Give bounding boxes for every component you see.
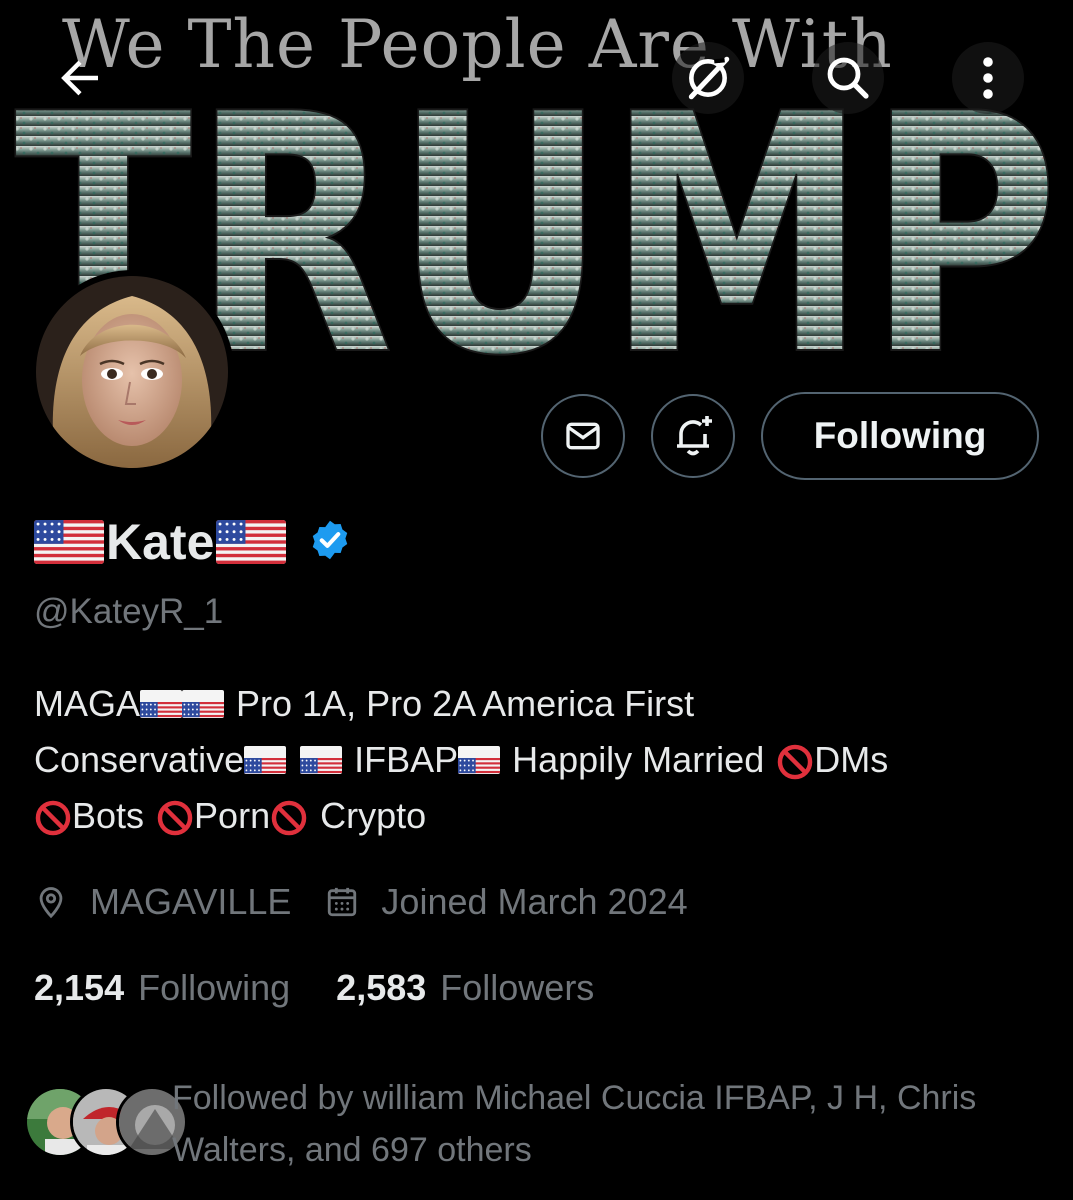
us-flag-icon: [182, 690, 225, 718]
us-flag-icon: [140, 690, 183, 718]
prohibited-icon: [34, 797, 72, 836]
bio-text: DMs: [814, 739, 889, 780]
profile-avatar[interactable]: [30, 270, 234, 474]
bio-text: MAGA: [34, 683, 141, 724]
prohibited-icon: [156, 797, 194, 836]
back-arrow-icon: [61, 60, 98, 96]
display-name: Kate: [106, 514, 215, 570]
prohibited-icon: [270, 797, 308, 836]
following-button[interactable]: Following: [761, 392, 1039, 480]
bio-line: Conservative IFBAP Happily Married DMs: [34, 732, 1044, 788]
bio-text: Crypto: [320, 795, 427, 836]
followed-by-section[interactable]: Followed by william Michael Cuccia IFBAP…: [24, 1072, 1064, 1172]
bio-text: Happily Married: [512, 739, 765, 780]
follow-stats: 2,154 Following 2,583 Followers: [34, 960, 594, 1016]
avatar-image: [36, 276, 228, 468]
more-vertical-icon: [983, 57, 993, 99]
verified-badge-icon[interactable]: [308, 518, 352, 567]
grok-icon: [688, 56, 730, 100]
bio-line: Bots Porn Crypto: [34, 788, 1044, 844]
search-button[interactable]: [812, 42, 884, 114]
grok-button[interactable]: [672, 42, 744, 114]
followers-label: Followers: [440, 967, 595, 1008]
bio-text: Conservative: [34, 739, 245, 780]
us-flag-icon: [216, 520, 287, 564]
calendar-icon: [325, 884, 359, 920]
followers-stat-link[interactable]: 2,583 Followers: [336, 967, 594, 1009]
profile-bio: MAGA Pro 1A, Pro 2A America First Conser…: [34, 676, 1044, 844]
us-flag-icon: [34, 520, 104, 564]
following-stat-link[interactable]: 2,154 Following: [34, 967, 290, 1009]
bio-line: MAGA Pro 1A, Pro 2A America First: [34, 676, 1044, 732]
more-options-button[interactable]: [952, 42, 1024, 114]
following-label: Following: [138, 967, 291, 1008]
envelope-icon: [566, 422, 600, 450]
prohibited-icon: [776, 741, 814, 780]
followers-count: 2,583: [336, 967, 427, 1008]
user-handle: @KateyR_1: [34, 592, 224, 631]
location-text: MAGAVILLE: [90, 881, 292, 922]
bio-text: Pro 1A, Pro 2A America First: [236, 683, 695, 724]
us-flag-icon: [458, 746, 501, 774]
following-count: 2,154: [34, 967, 125, 1008]
followed-by-text[interactable]: Followed by william Michael Cuccia IFBAP…: [172, 1072, 1052, 1176]
bio-text: Bots: [72, 795, 145, 836]
bio-text: Porn: [194, 795, 271, 836]
notifications-button[interactable]: [651, 394, 735, 478]
location-pin-icon: [34, 884, 68, 920]
us-flag-icon: [300, 746, 343, 774]
profile-meta: MAGAVILLE Joined March 2024: [34, 872, 688, 932]
back-button[interactable]: [44, 42, 116, 114]
us-flag-icon: [244, 746, 287, 774]
display-name-row: Kate: [34, 510, 352, 574]
bio-text: IFBAP: [354, 739, 459, 780]
joined-date: Joined March 2024: [381, 881, 688, 922]
search-icon: [827, 57, 869, 99]
bell-plus-icon: [677, 416, 712, 456]
message-button[interactable]: [541, 394, 625, 478]
